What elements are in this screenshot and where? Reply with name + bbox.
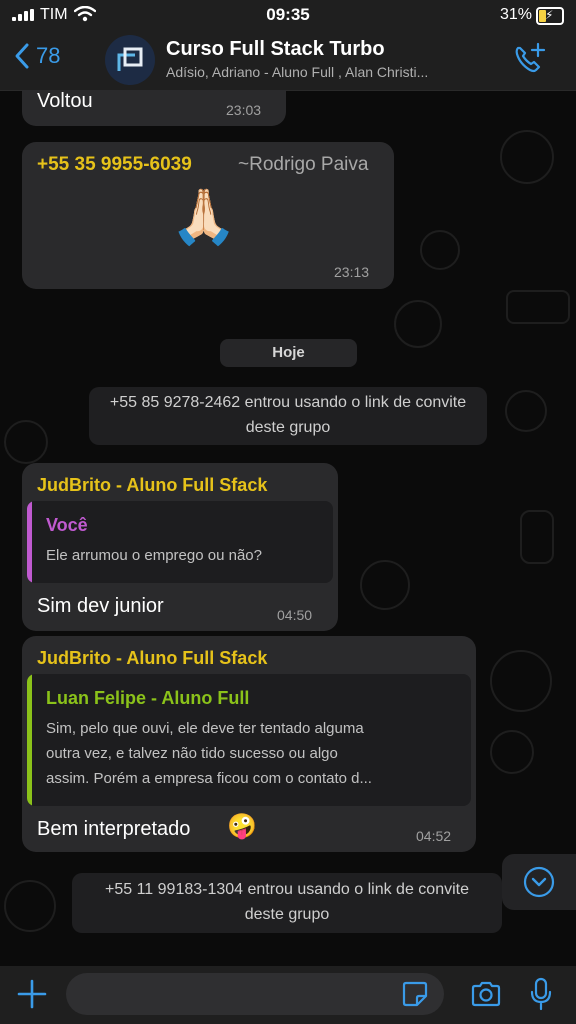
sticker-button[interactable] [401,980,429,1013]
quoted-text-line: Sim, pelo que ouvi, ele deve ter tentado… [46,720,364,737]
camera-icon [471,981,501,1007]
phone-plus-icon [515,42,546,73]
quoted-text: Ele arrumou o emprego ou não? [46,547,262,564]
message-text: Sim dev junior [37,595,164,617]
message-text: Voltou [37,90,93,112]
message-composer [0,966,576,1024]
plus-icon [17,979,47,1009]
quoted-author: Você [46,515,88,535]
message-sender[interactable]: JudBrito - Aluno Full Sfack [37,475,267,496]
message-sender-name: ~Rodrigo Paiva [238,154,369,175]
group-members[interactable]: Adísio, Adriano - Aluno Full , Alan Chri… [166,64,501,80]
quoted-author: Luan Felipe - Aluno Full [46,688,250,708]
battery-icon: ⚡ [536,7,564,25]
message-input[interactable] [66,973,444,1015]
day-separator: Hoje [220,339,357,367]
system-message-text: +55 85 9278-2462 entrou usando o link de… [109,394,467,436]
system-message-text: +55 11 99183-1304 entrou usando o link d… [105,881,469,923]
battery-percent: 31% [499,6,532,23]
group-title[interactable]: Curso Full Stack Turbo [166,38,385,61]
status-bar: TIM 09:35 31% ⚡ [0,0,576,30]
status-time: 09:35 [266,5,310,24]
message-bubble[interactable]: +55 35 9955-6039 ~Rodrigo Paiva 🙏🏻 23:13 [22,142,394,289]
group-avatar[interactable] [105,35,155,85]
quoted-text-line: outra vez, e talvez não tido sucesso ou … [46,745,338,762]
system-message: +55 85 9278-2462 entrou usando o link de… [89,387,487,445]
message-time: 04:50 [277,607,313,623]
message-text: Bem interpretado [37,818,191,840]
chevron-down-icon [523,866,555,898]
back-button[interactable]: 78 [14,42,60,70]
message-bubble[interactable]: Voltou 23:03 [22,90,286,126]
camera-button[interactable] [470,979,502,1014]
chevron-left-icon [15,43,29,69]
quoted-message[interactable]: Luan Felipe - Aluno Full Sim, pelo que o… [27,674,471,806]
message-time: 04:52 [416,828,452,844]
quoted-text-line: assim. Porém a empresa ficou com o conta… [46,770,372,787]
chat-header: 78 Curso Full Stack Turbo Adísio, Adrian… [0,30,576,91]
microphone-button[interactable] [529,977,553,1016]
attach-button[interactable] [16,978,48,1015]
message-time: 23:13 [334,264,370,280]
scroll-down-button[interactable] [502,854,576,910]
message-bubble[interactable]: JudBrito - Aluno Full Sfack Luan Felipe … [22,636,476,852]
message-bubble[interactable]: JudBrito - Aluno Full Sfack Você Ele arr… [22,463,338,631]
system-message: +55 11 99183-1304 entrou usando o link d… [72,873,502,933]
message-sender[interactable]: JudBrito - Aluno Full Sfack [37,648,267,669]
message-time: 23:03 [226,102,262,118]
unread-count: 78 [36,43,61,68]
quoted-message[interactable]: Você Ele arrumou o emprego ou não? [27,501,333,583]
logo-icon [117,47,143,71]
microphone-icon [530,977,552,1011]
message-sender-phone[interactable]: +55 35 9955-6039 [37,154,192,176]
message-emoji: 🤪 [227,813,257,840]
chat-area[interactable]: Voltou 23:03 +55 35 9955-6039 ~Rodrigo P… [0,90,576,966]
sticker-icon [402,981,428,1007]
call-button[interactable] [512,42,546,81]
message-emoji: 🙏🏻 [170,187,238,247]
